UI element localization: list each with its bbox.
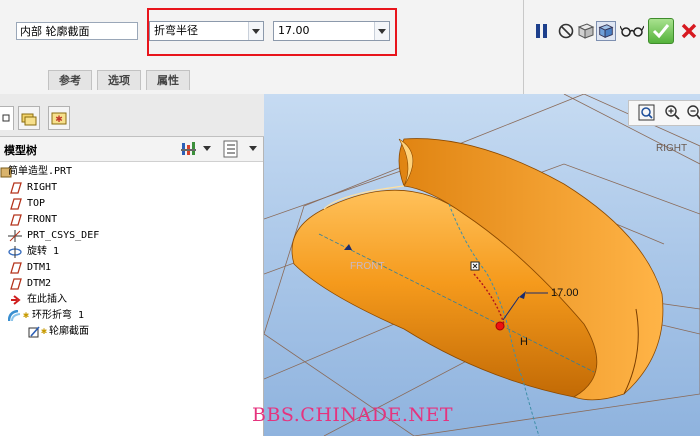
tree-item-label: 环形折弯 1 — [32, 310, 85, 321]
show-columns-icon[interactable] — [222, 140, 240, 158]
watermark: BBS.CHINADE.NET — [252, 404, 454, 426]
svg-text:✱: ✱ — [55, 115, 63, 125]
datum-plane-icon — [10, 262, 22, 274]
tree-node-icon — [2, 114, 10, 122]
toroidal-bend-icon — [8, 310, 21, 322]
tree-item-label: 简单造型.PRT — [8, 166, 73, 177]
tree-item-label: 在此插入 — [27, 294, 67, 305]
datum-label-right: RIGHT — [656, 143, 687, 154]
chevron-down-icon[interactable] — [248, 22, 263, 40]
model-tree-title: 模型树 — [4, 144, 37, 157]
tree-item-label: PRT_CSYS_DEF — [27, 230, 100, 241]
bend-option-select[interactable]: 折弯半径 — [149, 21, 264, 41]
tree-settings-icon[interactable] — [180, 140, 198, 158]
dimension-radius-label[interactable]: 17.00 — [551, 287, 579, 299]
datum-label-front: FRONT — [350, 261, 384, 272]
dashboard-divider — [523, 0, 524, 94]
tree-item-label: DTM2 — [27, 278, 52, 289]
verify-mode-icon[interactable] — [596, 21, 616, 41]
folder-browser-tab[interactable] — [18, 106, 40, 130]
zoom-out-icon[interactable] — [686, 104, 700, 121]
tab-properties[interactable]: 属性 — [146, 70, 190, 90]
model-tree-tab[interactable] — [0, 106, 14, 130]
tree-item-label: RIGHT — [27, 182, 58, 193]
cancel-icon[interactable] — [680, 22, 698, 40]
insert-arrow-icon — [11, 295, 21, 305]
datum-plane-icon — [10, 278, 22, 290]
reference-collector-field[interactable]: 内部 轮廓截面 — [16, 22, 138, 40]
zoom-fit-icon[interactable] — [638, 104, 655, 121]
new-feature-star-icon: ✱ — [23, 310, 30, 321]
pause-icon[interactable] — [532, 21, 552, 41]
csys-icon — [8, 230, 22, 242]
datum-plane-icon — [10, 182, 22, 194]
zoom-in-icon[interactable] — [664, 104, 681, 121]
revolve-icon — [8, 246, 22, 258]
glasses-preview-icon[interactable] — [620, 24, 644, 38]
chevron-down-icon[interactable] — [374, 22, 389, 40]
preview-mesh-icon[interactable] — [576, 21, 596, 41]
tree-item-label: 轮廓截面 — [49, 326, 89, 337]
datum-plane-icon — [10, 214, 22, 226]
radius-value-text: 17.00 — [278, 24, 310, 37]
favorites-folder-icon: ✱ — [51, 112, 67, 125]
no-preview-icon[interactable] — [556, 21, 576, 41]
tab-references[interactable]: 参考 — [48, 70, 92, 90]
horizontal-constraint-marker: H — [520, 336, 528, 348]
tree-item-label: FRONT — [27, 214, 58, 225]
confirm-button[interactable] — [648, 18, 674, 44]
bend-option-selected: 折弯半径 — [154, 24, 198, 37]
new-feature-star-icon: ✱ — [41, 326, 48, 337]
datum-plane-icon — [10, 198, 22, 210]
favorites-tab[interactable]: ✱ — [48, 106, 70, 130]
tree-item-label: 旋转 1 — [27, 246, 60, 257]
chevron-down-icon[interactable] — [249, 146, 257, 152]
radius-value-input[interactable]: 17.00 — [273, 21, 390, 41]
tab-options[interactable]: 选项 — [97, 70, 141, 90]
checkmark-icon — [652, 24, 670, 39]
tree-item-label: DTM1 — [27, 262, 52, 273]
sketch-icon — [28, 326, 40, 338]
chevron-down-icon[interactable] — [203, 146, 211, 152]
model-graphics: RIGHT FRONT 17.00 H — [264, 94, 700, 436]
folder-stack-icon — [21, 113, 37, 126]
tree-item-label: TOP — [27, 198, 46, 209]
graphics-viewport[interactable]: RIGHT FRONT 17.00 H — [264, 94, 700, 436]
